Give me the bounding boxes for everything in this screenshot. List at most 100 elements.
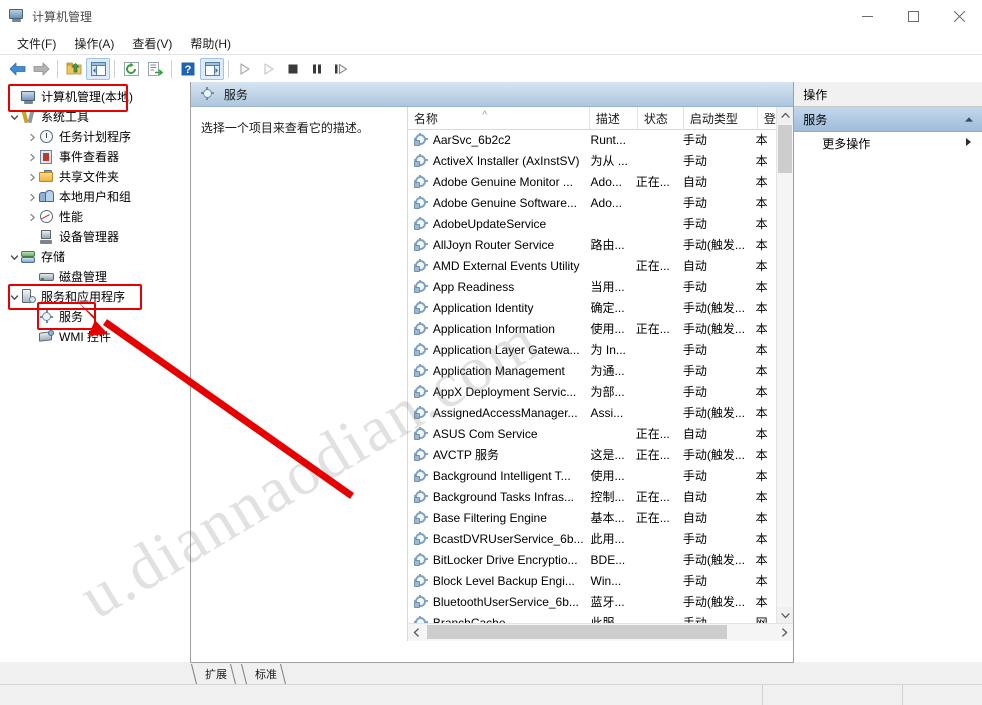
table-row[interactable]: Application Identity 确定... 手动(触发... 本	[408, 297, 777, 318]
restart-service-icon[interactable]	[329, 58, 353, 80]
table-row[interactable]: Base Filtering Engine 基本... 正在... 自动 本	[408, 507, 777, 528]
chevron-down-icon[interactable]	[8, 113, 21, 122]
service-gear-icon	[413, 489, 428, 504]
up-folder-icon[interactable]	[62, 58, 86, 80]
chevron-right-icon[interactable]	[965, 136, 972, 150]
start-service-icon[interactable]	[233, 58, 257, 80]
tab-extended[interactable]: 扩展	[191, 664, 236, 684]
scroll-right-arrow-icon[interactable]	[776, 624, 793, 641]
table-row[interactable]: AllJoyn Router Service 路由... 手动(触发... 本	[408, 234, 777, 255]
service-name: Application Identity	[432, 300, 534, 315]
table-row[interactable]: Background Intelligent T... 使用... 手动 本	[408, 465, 777, 486]
menu-help[interactable]: 帮助(H)	[181, 33, 240, 54]
table-row[interactable]: BluetoothUserService_6b... 蓝牙... 手动(触发... 本	[408, 591, 777, 612]
services-applications-icon	[21, 289, 37, 305]
table-row[interactable]: Application Layer Gatewa... 为 In... 手动 本	[408, 339, 777, 360]
table-row[interactable]: ASUS Com Service 正在... 自动 本	[408, 423, 777, 444]
chevron-down-icon[interactable]	[8, 293, 21, 302]
tree-item-local-users-and-groups[interactable]: 本地用户和组	[0, 187, 190, 207]
tree-item-services-and-applications[interactable]: 服务和应用程序	[0, 287, 190, 307]
table-row[interactable]: Block Level Backup Engi... Win... 手动 本	[408, 570, 777, 591]
export-list-icon[interactable]	[143, 58, 167, 80]
refresh-icon[interactable]	[119, 58, 143, 80]
scroll-down-arrow-icon[interactable]	[777, 607, 794, 624]
tree-item-disk-management[interactable]: 磁盘管理	[0, 267, 190, 287]
menu-view[interactable]: 查看(V)	[123, 33, 181, 54]
window-controls	[844, 0, 982, 32]
chevron-right-icon[interactable]	[26, 133, 39, 142]
chevron-up-icon[interactable]	[964, 112, 974, 126]
action-more-actions[interactable]: 更多操作	[794, 132, 982, 154]
table-row[interactable]: Background Tasks Infras... 控制... 正在... 自动 本	[408, 486, 777, 507]
table-row[interactable]: AMD External Events Utility 正在... 自动 本	[408, 255, 777, 276]
show-hide-action-pane-icon[interactable]	[200, 57, 224, 80]
cell-status: 正在...	[635, 427, 670, 441]
tree-item-services[interactable]: 服务	[0, 307, 190, 327]
console-tree-pane[interactable]: 计算机管理(本地) 系统工具 任务计划程序 事件查看器 共享文件夹 本地用户和组…	[0, 82, 191, 662]
table-row[interactable]: Adobe Genuine Software... Ado... 手动 本	[408, 192, 777, 213]
tree-item-shared-folders[interactable]: 共享文件夹	[0, 167, 190, 187]
stop-service-icon[interactable]	[281, 58, 305, 80]
cell-name: AllJoyn Router Service	[408, 237, 587, 252]
table-row[interactable]: Application Management 为通... 手动 本	[408, 360, 777, 381]
table-row[interactable]: BitLocker Drive Encryptio... BDE... 手动(触发.…	[408, 549, 777, 570]
horizontal-scrollbar-thumb[interactable]	[426, 625, 727, 639]
vertical-scrollbar[interactable]	[776, 107, 794, 624]
horizontal-scrollbar[interactable]	[407, 623, 794, 641]
table-row[interactable]: BcastDVRUserService_6b... 此用... 手动 本	[408, 528, 777, 549]
view-tabs: 扩展 标准	[190, 662, 794, 685]
tree-item-task-scheduler[interactable]: 任务计划程序	[0, 127, 190, 147]
service-gear-icon	[413, 531, 428, 546]
table-row[interactable]: Application Information 使用... 正在... 手动(触发..…	[408, 318, 777, 339]
chevron-down-icon[interactable]	[8, 253, 21, 262]
cell-name: AVCTP 服务	[408, 446, 587, 463]
table-row[interactable]: Adobe Genuine Monitor ... Ado... 正在... 自动 本	[408, 171, 777, 192]
column-header-startup-type[interactable]: 启动类型	[684, 107, 758, 129]
minimize-button[interactable]	[844, 0, 890, 32]
tree-item-computer-management[interactable]: 计算机管理(本地)	[0, 87, 190, 107]
show-hide-console-tree-icon[interactable]	[86, 57, 110, 80]
chevron-right-icon[interactable]	[26, 153, 39, 162]
column-header-name[interactable]: 名称 ^	[408, 107, 590, 129]
tree-item-wmi-control[interactable]: WMI 控件	[0, 327, 190, 347]
tree-item-event-viewer[interactable]: 事件查看器	[0, 147, 190, 167]
tree-item-performance[interactable]: 性能	[0, 207, 190, 227]
table-row[interactable]: AdobeUpdateService 手动 本	[408, 213, 777, 234]
actions-group-services[interactable]: 服务	[794, 107, 982, 132]
maximize-button[interactable]	[890, 0, 936, 32]
menu-file[interactable]: 文件(F)	[8, 33, 65, 54]
chevron-right-icon[interactable]	[26, 173, 39, 182]
tree-item-device-manager[interactable]: 设备管理器	[0, 227, 190, 247]
tab-standard[interactable]: 标准	[241, 664, 286, 684]
column-header-status[interactable]: 状态	[638, 107, 684, 129]
table-row[interactable]: ActiveX Installer (AxInstSV) 为从 ... 手动 本	[408, 150, 777, 171]
cell-startup-type: 手动(触发...	[682, 301, 745, 315]
table-row[interactable]: AarSvc_6b2c2 Runt... 手动 本	[408, 129, 777, 150]
chevron-right-icon[interactable]	[26, 213, 39, 222]
horizontal-scrollbar-track[interactable]	[425, 624, 776, 641]
menu-action[interactable]: 操作(A)	[65, 33, 123, 54]
column-header-description[interactable]: 描述	[590, 107, 638, 129]
service-name: Adobe Genuine Monitor ...	[432, 174, 573, 189]
service-gear-icon	[413, 573, 428, 588]
tree-item-system-tools[interactable]: 系统工具	[0, 107, 190, 127]
chevron-right-icon[interactable]	[26, 193, 39, 202]
scroll-up-arrow-icon[interactable]	[777, 107, 794, 124]
table-row[interactable]: AppX Deployment Servic... 为部... 手动 本	[408, 381, 777, 402]
resume-service-icon[interactable]	[257, 58, 281, 80]
tree-item-storage[interactable]: 存储	[0, 247, 190, 267]
cell-startup-type: 手动	[682, 217, 707, 231]
help-icon[interactable]: ?	[176, 58, 200, 80]
forward-arrow-icon[interactable]	[29, 58, 53, 80]
table-row[interactable]: AssignedAccessManager... Assi... 手动(触发... 本	[408, 402, 777, 423]
vertical-scrollbar-thumb[interactable]	[778, 125, 793, 173]
local-users-groups-icon	[39, 189, 55, 205]
scroll-left-arrow-icon[interactable]	[408, 624, 425, 641]
table-row[interactable]: App Readiness 当用... 手动 本	[408, 276, 777, 297]
pause-service-icon[interactable]	[305, 58, 329, 80]
table-row[interactable]: AVCTP 服务 这是... 正在... 手动(触发... 本	[408, 444, 777, 465]
tree-item-label: 事件查看器	[59, 150, 120, 164]
services-list[interactable]: 名称 ^ 描述 状态 启动类型 登 AarSvc_6b2c2 Runt... 手…	[406, 107, 794, 641]
back-arrow-icon[interactable]	[5, 58, 29, 80]
close-button[interactable]	[936, 0, 982, 32]
